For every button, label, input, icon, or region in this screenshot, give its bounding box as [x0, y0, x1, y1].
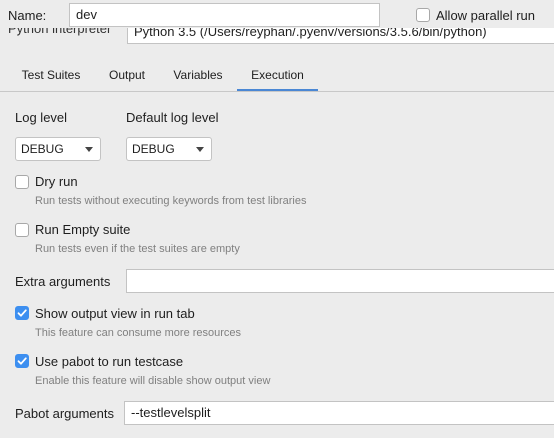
default-log-level-value: DEBUG — [132, 142, 175, 156]
dry-run-label: Dry run — [35, 174, 78, 189]
allow-parallel-run-label: Allow parallel run — [436, 8, 535, 23]
interpreter-label: Python interpreter — [8, 28, 112, 36]
pabot-arguments-field[interactable]: --testlevelsplit — [124, 401, 554, 425]
interpreter-select[interactable]: Python 3.5 (/Users/reyphan/.pyenv/versio… — [127, 28, 554, 44]
run-empty-suite-description: Run tests even if the test suites are em… — [35, 243, 240, 255]
use-pabot-label: Use pabot to run testcase — [35, 354, 184, 369]
checkmark-icon — [17, 357, 27, 365]
tab-divider — [0, 91, 554, 92]
log-level-label: Log level — [15, 110, 68, 125]
interpreter-row: Python interpreter Python 3.5 (/Users/re… — [0, 28, 554, 45]
name-field[interactable]: dev — [69, 3, 380, 27]
extra-arguments-label: Extra arguments — [15, 274, 111, 289]
use-pabot-checkbox[interactable] — [15, 354, 29, 368]
tab-test-suites[interactable]: Test Suites — [10, 58, 92, 92]
log-level-value: DEBUG — [21, 142, 64, 156]
tab-output[interactable]: Output — [97, 58, 157, 92]
use-pabot-description: Enable this feature will disable show ou… — [35, 375, 271, 387]
dry-run-description: Run tests without executing keywords fro… — [35, 195, 307, 207]
run-empty-suite-label: Run Empty suite — [35, 222, 131, 237]
tab-variables[interactable]: Variables — [162, 58, 234, 92]
show-output-view-checkbox[interactable] — [15, 306, 29, 320]
log-level-select[interactable]: DEBUG — [15, 137, 101, 161]
pabot-arguments-label: Pabot arguments — [15, 406, 115, 421]
tab-execution[interactable]: Execution — [237, 58, 318, 92]
checkmark-icon — [17, 309, 27, 317]
chevron-down-icon — [85, 147, 93, 152]
default-log-level-label: Default log level — [126, 110, 219, 125]
extra-arguments-field[interactable] — [126, 269, 554, 293]
chevron-down-icon — [196, 147, 204, 152]
name-label: Name: — [8, 8, 47, 23]
run-empty-suite-checkbox[interactable] — [15, 223, 29, 237]
show-output-view-label: Show output view in run tab — [35, 306, 195, 321]
default-log-level-select[interactable]: DEBUG — [126, 137, 212, 161]
dry-run-checkbox[interactable] — [15, 175, 29, 189]
show-output-view-description: This feature can consume more resources — [35, 327, 242, 339]
allow-parallel-run-checkbox[interactable] — [416, 8, 430, 22]
